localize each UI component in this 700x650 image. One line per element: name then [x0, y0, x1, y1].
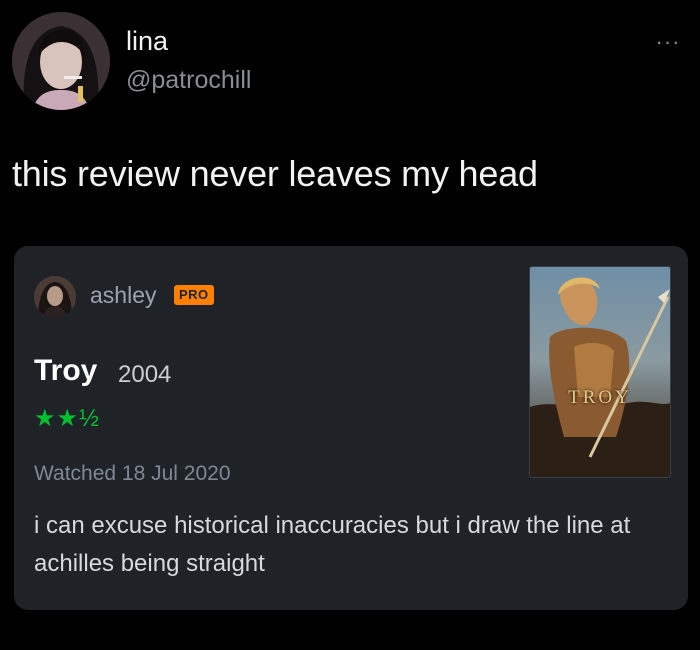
- watched-date: Watched 18 Jul 2020: [34, 462, 231, 485]
- author-name[interactable]: lina: [126, 28, 168, 55]
- review-card: ashley PRO Troy 2004 ★★½ Watched 18 Jul …: [14, 246, 688, 610]
- author-avatar[interactable]: [12, 12, 110, 110]
- more-options-button[interactable]: ···: [650, 31, 686, 54]
- star-rating: ★★½: [34, 405, 101, 432]
- poster-title: TROY: [568, 387, 632, 408]
- review-text: i can excuse historical inaccuracies but…: [34, 512, 631, 577]
- film-title[interactable]: Troy: [34, 356, 97, 386]
- reviewer-name[interactable]: ashley: [90, 284, 156, 307]
- tweet-screenshot: lina @patrochill ··· this review never l…: [0, 0, 700, 650]
- reviewer-avatar[interactable]: [34, 276, 76, 318]
- author-handle[interactable]: @patrochill: [126, 68, 251, 93]
- tweet-text: this review never leaves my head: [12, 153, 538, 194]
- film-year[interactable]: 2004: [118, 363, 171, 387]
- pro-badge: PRO: [174, 285, 214, 305]
- film-poster[interactable]: TROY: [529, 266, 671, 478]
